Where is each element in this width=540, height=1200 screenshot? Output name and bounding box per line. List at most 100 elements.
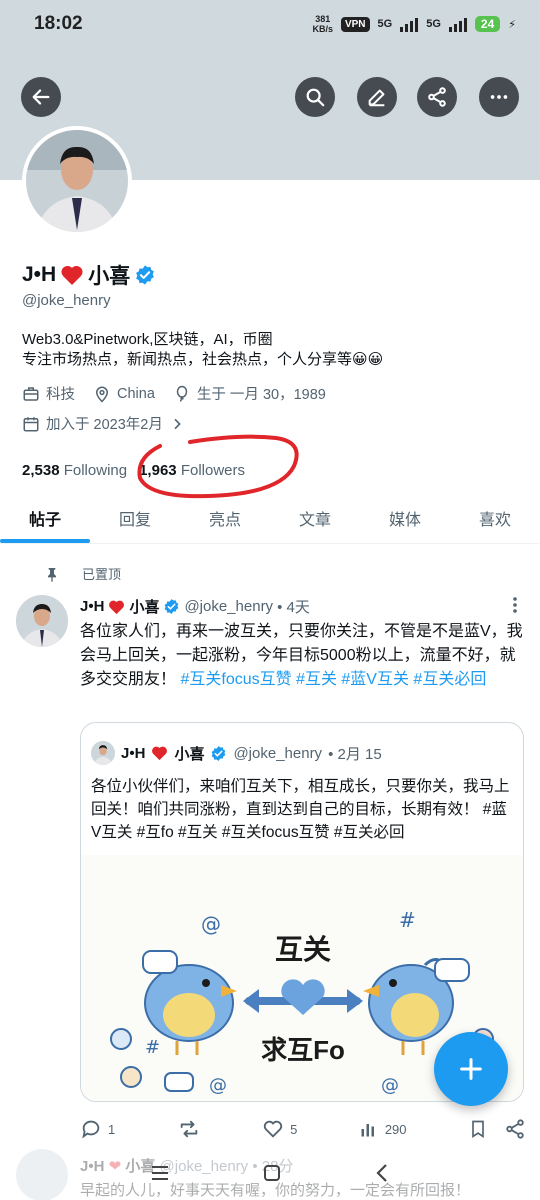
calendar-icon [23,416,39,431]
pinned-indicator: 已置顶 [44,564,121,583]
tweet-avatar-photo [16,595,68,647]
verified-badge-icon [165,599,179,614]
name-suffix: 小喜 [88,265,131,288]
meta-birthday: 生于 一月 30，1989 [173,383,326,404]
status-icons: 381 KB/s VPN 5G 5G 24 ⚡ [312,14,516,34]
tweet-author-suffix: 小喜 [129,599,160,616]
bookmark-icon[interactable] [468,1118,488,1140]
verified-badge-icon [212,745,226,761]
hash-doodle: # [399,908,416,932]
verified-badge-icon [136,265,155,285]
heart-outline-icon [263,1120,283,1138]
more-horizontal-icon [490,95,508,99]
reply-button[interactable]: 1 [80,1118,115,1140]
name-text: J•H [22,263,57,286]
system-nav-bar [0,1145,540,1200]
following-link[interactable]: 2,538 Following [22,462,127,479]
hash-doodle: # [145,1037,160,1058]
pinned-label: 已置顶 [82,567,122,582]
tweet-avatar[interactable] [16,595,68,647]
share-button[interactable] [417,77,457,117]
profile-name: J•H 小喜 [22,260,156,290]
repost-button[interactable] [177,1118,201,1140]
tweet-more-button[interactable] [512,596,518,614]
vpn-badge: VPN [340,16,370,32]
tab-likes[interactable]: 喜欢 [450,496,540,543]
signal-icon-2 [448,16,467,32]
tweet-author-name[interactable]: J•H [80,598,104,615]
back-button[interactable] [21,77,61,117]
at-doodle: @ [381,1075,399,1096]
signal-icon [400,16,419,32]
category-text: 科技 [46,387,75,403]
bar-chart-icon [361,1124,374,1137]
heart-icon [152,746,168,761]
tweet-time: • 4天 [277,599,310,616]
bio-line-2: 专注市场热点，新闻热点，社会热点，个人分享等😀😀 [22,351,384,368]
charging-icon: ⚡ [508,18,516,31]
quote-text: 各位小伙伴们，来咱们互关下，相互成长，只要你关，我马上回关！咱们共同涨粉，直到达… [91,778,510,841]
location-text: China [117,385,155,402]
birthday-text: 生于 一月 30，1989 [196,387,326,403]
more-button[interactable] [479,77,519,117]
network-type-1: 5G [377,18,393,30]
compose-button[interactable] [434,1032,508,1106]
like-button[interactable]: 5 [262,1118,297,1140]
red-annotation-circle [137,434,299,499]
bio-line-1: Web3.0&Pinetwork,区块链，AI，币圈 [22,331,273,348]
reply-count: 1 [108,1121,116,1137]
tweet-header: J•H 小喜 @joke_henry • 4天 [80,596,310,617]
tab-replies[interactable]: 回复 [90,496,180,543]
quote-author-suffix: 小喜 [174,745,205,763]
quote-avatar [91,741,115,765]
share-icon[interactable] [504,1118,526,1140]
arrow-left-icon [32,89,50,105]
briefcase-icon [23,386,39,401]
pin-icon [48,567,56,582]
tab-posts[interactable]: 帖子 [0,496,90,543]
quote-time: • 2月 15 [328,745,382,763]
search-button[interactable] [295,77,335,117]
view-count: 290 [384,1121,407,1137]
status-time: 18:02 [34,13,83,34]
chevron-right-icon [174,418,181,429]
at-doodle: @ [201,912,221,936]
following-count: 2,538 [22,462,60,479]
bookmark-share-group [468,1118,526,1140]
speed-unit: KB/s [312,24,333,34]
profile-meta: 科技 China 生于 一月 30，1989 [22,383,326,404]
tweet-hashtags[interactable]: #互关focus互赞 #互关 #蓝V互关 #互关必回 [180,671,486,688]
network-type-2: 5G [426,18,441,30]
pencil-icon [368,89,385,107]
quote-header: J•H 小喜 @joke_henry • 2月 15 [91,741,382,765]
tab-articles[interactable]: 文章 [270,496,360,543]
search-icon [306,88,325,107]
profile-avatar[interactable] [22,126,132,236]
home-square-icon[interactable] [262,1163,282,1183]
following-label: Following [63,462,128,479]
plus-icon [460,1058,482,1080]
meta-location: China [93,385,155,403]
menu-icon[interactable] [150,1164,170,1182]
battery-indicator: 24 [474,16,501,32]
tab-media[interactable]: 媒体 [360,496,450,543]
profile-bio: Web3.0&Pinetwork,区块链，AI，币圈 专注市场热点，新闻热点，社… [22,330,383,370]
meta-category: 科技 [22,383,75,404]
quote-author-name: J•H [121,744,146,762]
location-pin-icon [95,386,109,403]
tweet-text: 各位家人们，再来一波互关，只要你关注，不管是不是蓝V，我会马上回关，一起涨粉，今… [80,620,526,692]
back-chevron-icon[interactable] [374,1163,390,1183]
heart-icon [109,600,125,614]
at-doodle: @ [209,1075,227,1096]
meta-joined[interactable]: 加入于 2023年2月 [22,413,185,434]
profile-handle: @joke_henry [22,292,111,309]
views-button[interactable]: 290 [359,1119,407,1139]
tweet-actions: 1 5 290 [80,1118,526,1140]
edit-button[interactable] [357,77,397,117]
avatar-photo [26,130,128,232]
tab-highlights[interactable]: 亮点 [180,496,270,543]
quote-handle: @joke_henry [233,744,323,762]
share-icon [428,87,446,107]
tweet-handle: @joke_henry [184,598,274,615]
image-text-top: 互关 [275,934,331,965]
